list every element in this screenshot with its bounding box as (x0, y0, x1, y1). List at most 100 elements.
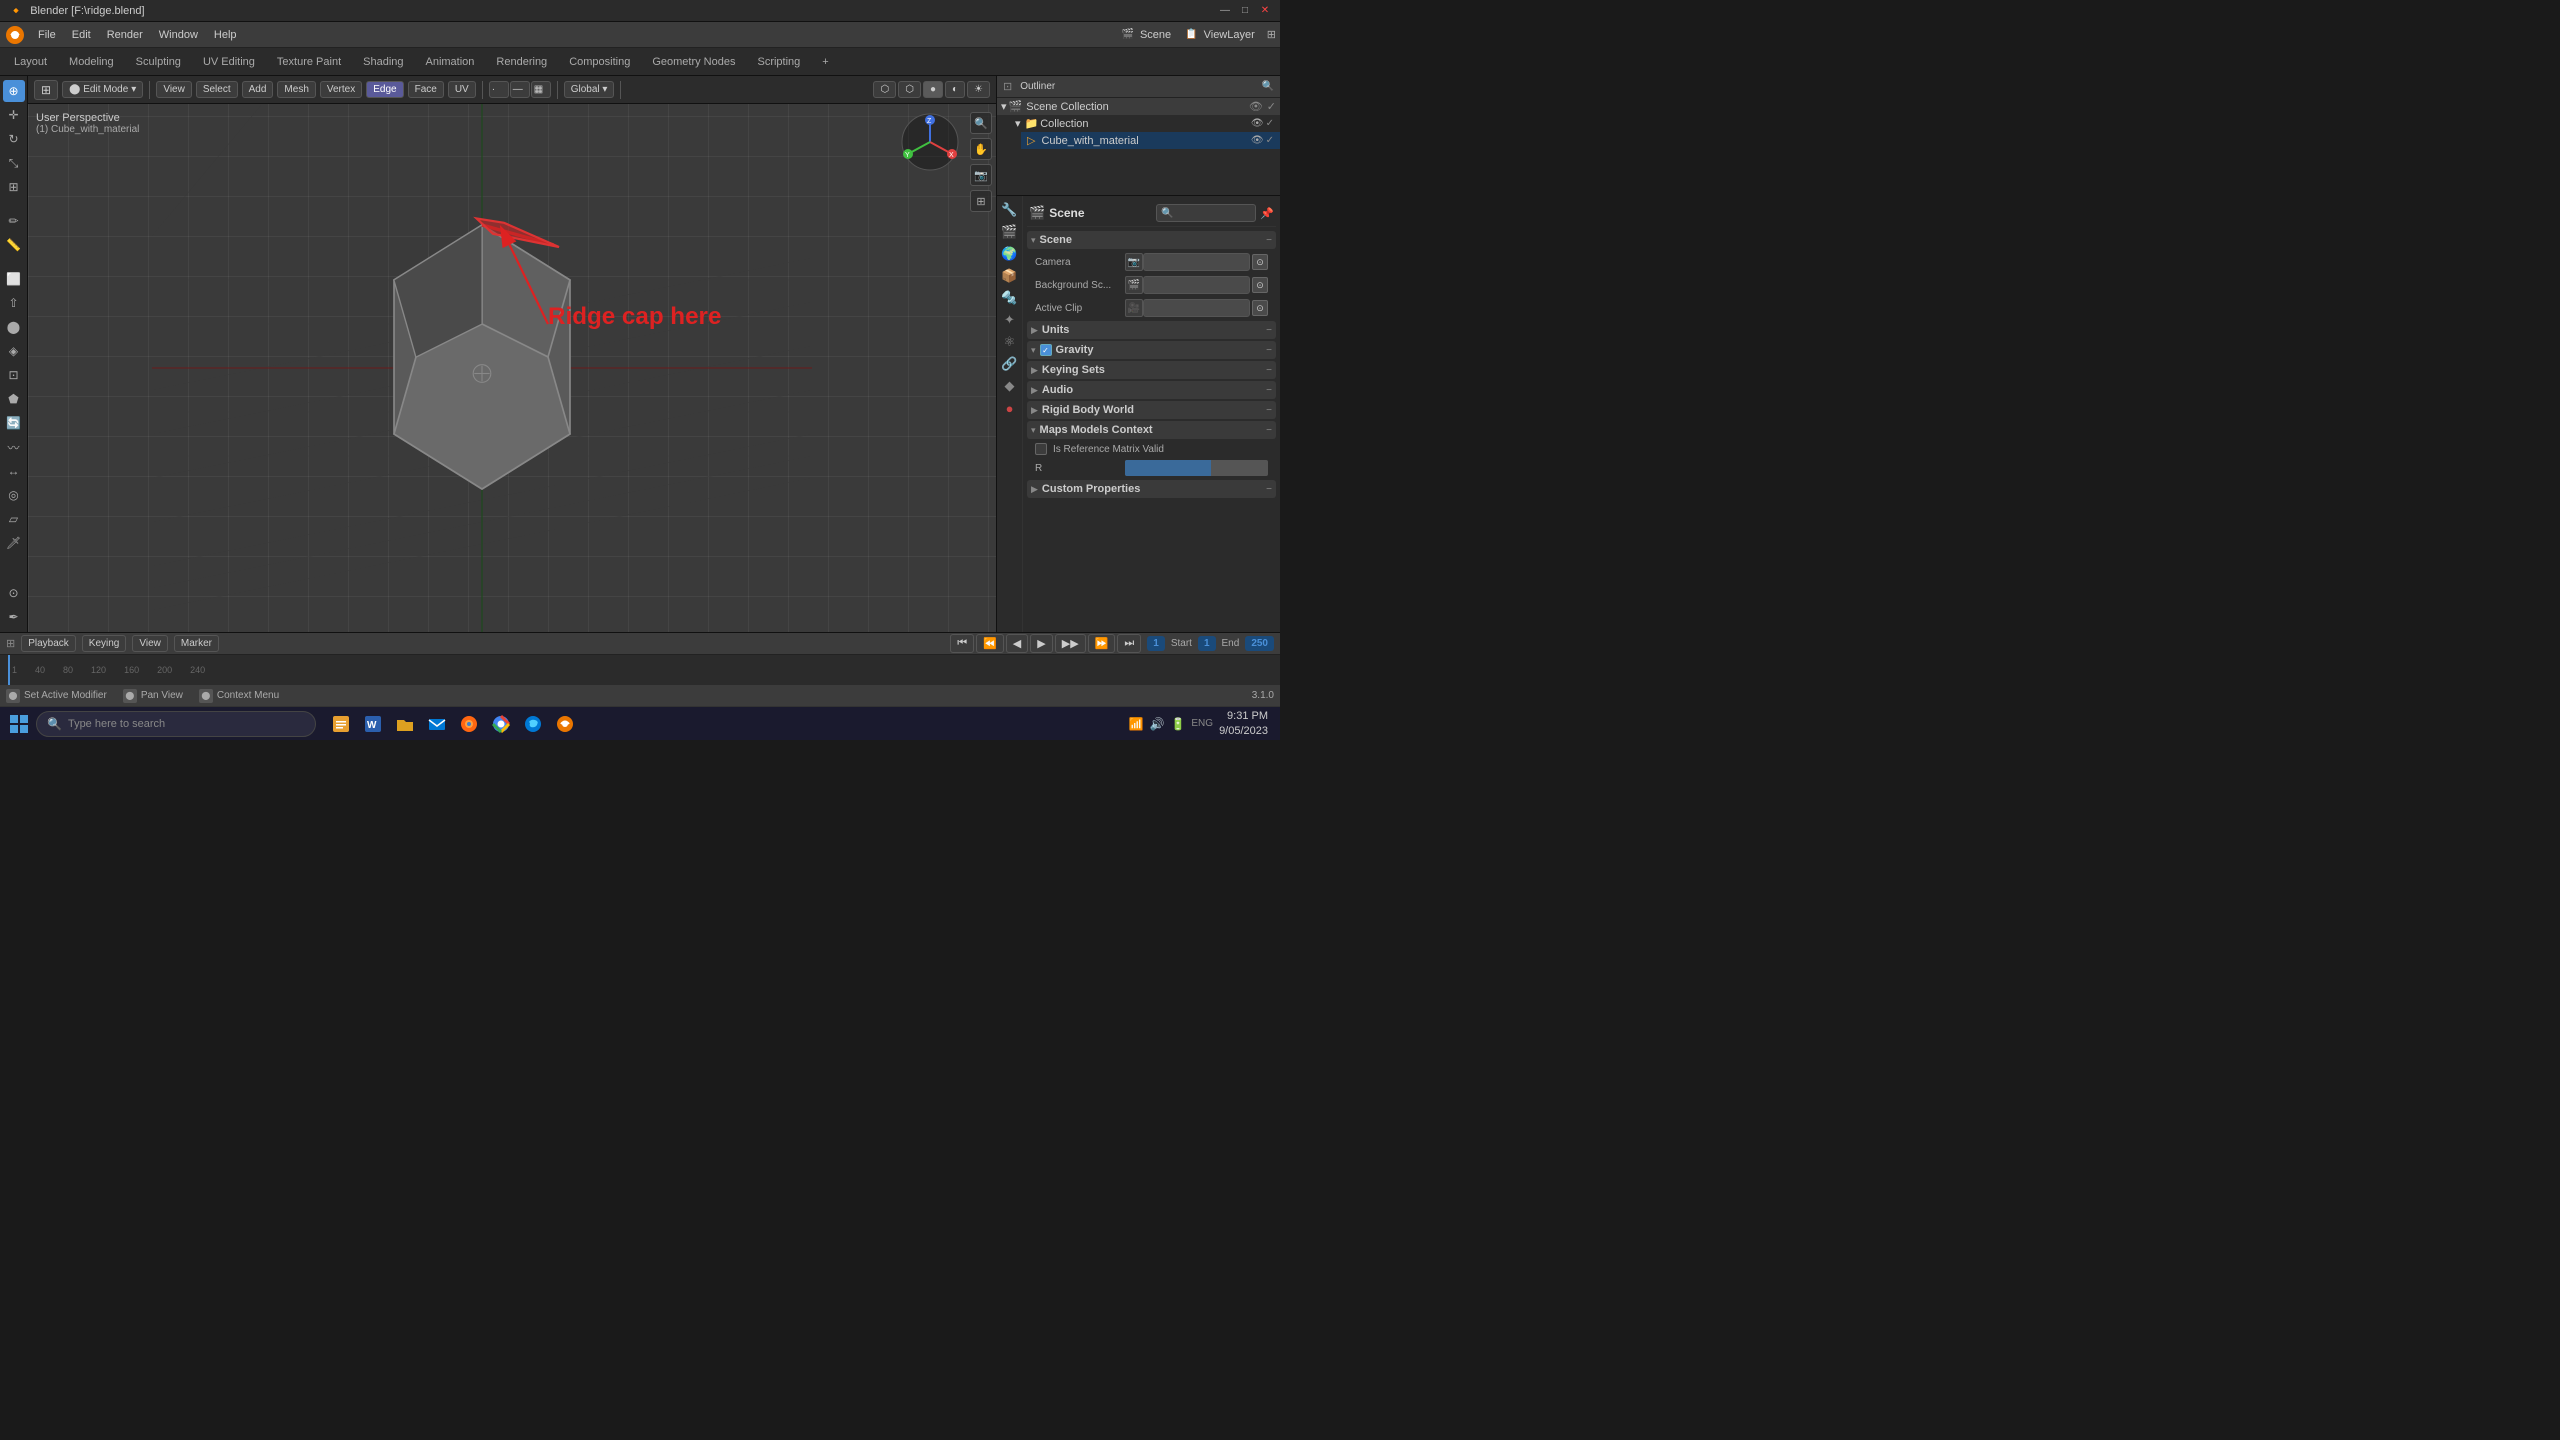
view-menu[interactable]: View (156, 81, 192, 98)
viewport-shading-render[interactable]: ☀ (967, 81, 990, 98)
edge-select-mode[interactable]: — (510, 81, 530, 98)
annotate-tool[interactable]: ✏ (3, 210, 25, 232)
bevel-tool[interactable]: ◈ (3, 340, 25, 362)
viewport-shading-solid[interactable]: ● (923, 81, 943, 98)
jump-end-btn[interactable]: ⏭ (1117, 634, 1141, 653)
face-menu[interactable]: Face (408, 81, 444, 98)
uv-menu[interactable]: UV (448, 81, 476, 98)
editor-type-btn[interactable]: ⊞ (34, 80, 58, 100)
camera-picker-btn[interactable]: ⊙ (1252, 254, 1268, 270)
transform-tool[interactable]: ⊞ (3, 176, 25, 198)
maps-models-options[interactable]: − (1266, 425, 1272, 436)
rotate-tool[interactable]: ↻ (3, 128, 25, 150)
mesh-menu[interactable]: Mesh (277, 81, 315, 98)
tab-layout[interactable]: Layout (4, 52, 57, 72)
camera-view[interactable]: 📷 (970, 164, 992, 186)
current-frame-display[interactable]: 1 (1147, 636, 1165, 651)
tab-sculpting[interactable]: Sculpting (126, 52, 191, 72)
rigid-body-options[interactable]: − (1266, 405, 1272, 416)
tab-rendering[interactable]: Rendering (486, 52, 557, 72)
keying-menu[interactable]: Keying (82, 635, 127, 652)
audio-options[interactable]: − (1266, 385, 1272, 396)
tray-volume-icon[interactable]: 🔊 (1149, 717, 1164, 731)
prev-keyframe-btn[interactable]: ⏪ (976, 634, 1004, 653)
active-clip-btn[interactable]: ⊙ (1252, 300, 1268, 316)
tab-add-workspace[interactable]: + (812, 52, 838, 72)
menu-help[interactable]: Help (206, 27, 245, 43)
viewport-shading-wire[interactable]: ⬡ (898, 81, 921, 98)
taskbar-app-chrome[interactable] (486, 709, 516, 739)
gravity-section-header[interactable]: ▾ ✓ Gravity − (1027, 341, 1276, 359)
add-cube-tool[interactable]: ⬜ (3, 268, 25, 290)
tab-scripting[interactable]: Scripting (747, 52, 810, 72)
props-pin-btn[interactable]: 📌 (1260, 207, 1274, 220)
playback-menu[interactable]: Playback (21, 635, 76, 652)
menu-file[interactable]: File (30, 27, 64, 43)
next-frame-btn[interactable]: ▶▶ (1055, 634, 1086, 653)
rigid-body-section-header[interactable]: ▶ Rigid Body World − (1027, 401, 1276, 419)
props-object-icon[interactable]: 📦 (1000, 266, 1020, 286)
scene-section-header[interactable]: ▾ Scene − (1027, 231, 1276, 249)
minimize-button[interactable]: — (1218, 4, 1232, 18)
viewport-shading-mat[interactable]: ◐ (945, 81, 965, 98)
taskbar-app-files[interactable] (390, 709, 420, 739)
marker-menu[interactable]: Marker (174, 635, 219, 652)
props-modifier-icon[interactable]: 🔩 (1000, 288, 1020, 308)
vertex-select-mode[interactable]: · (489, 81, 509, 98)
menu-render[interactable]: Render (99, 27, 151, 43)
menu-window[interactable]: Window (151, 27, 206, 43)
props-particles-icon[interactable]: ✦ (1000, 310, 1020, 330)
gravity-checkbox[interactable]: ✓ (1040, 344, 1052, 356)
taskbar-app-edge[interactable] (518, 709, 548, 739)
scene-section-options[interactable]: − (1266, 235, 1272, 246)
camera-value[interactable] (1143, 253, 1250, 271)
view-pan[interactable]: ✋ (970, 138, 992, 160)
transform-orientation[interactable]: Global ▾ (564, 81, 615, 98)
background-sc-btn[interactable]: ⊙ (1252, 277, 1268, 293)
view-menu-timeline[interactable]: View (132, 635, 168, 652)
timeline-ruler[interactable]: 1 40 80 120 160 200 240 (0, 655, 1280, 685)
tray-battery-icon[interactable]: 🔋 (1170, 717, 1185, 731)
grease-pencil-tool[interactable]: ✒ (3, 606, 25, 628)
taskbar-app-mail[interactable] (422, 709, 452, 739)
tab-compositing[interactable]: Compositing (559, 52, 640, 72)
add-menu[interactable]: Add (242, 81, 274, 98)
scene-collection-label[interactable]: Scene Collection (1026, 101, 1109, 113)
move-tool[interactable]: ✛ (3, 104, 25, 126)
r-field-value[interactable] (1125, 460, 1268, 476)
taskbar-app-word[interactable]: W (358, 709, 388, 739)
maps-models-section-header[interactable]: ▾ Maps Models Context − (1027, 421, 1276, 439)
shrink-fatten-tool[interactable]: ◎ (3, 484, 25, 506)
loop-cut-tool[interactable]: ⊡ (3, 364, 25, 386)
viewport-3d[interactable]: ⊞ ⬤ Edit Mode ▾ View Select Add Mesh Ver… (28, 76, 996, 632)
collection-item[interactable]: ▾ 📁 Collection 👁 ✓ (1009, 115, 1280, 132)
end-frame[interactable]: 250 (1245, 636, 1274, 651)
props-material-icon[interactable]: ● (1000, 398, 1020, 418)
props-physics-icon[interactable]: ⚛ (1000, 332, 1020, 352)
view-grid[interactable]: ⊞ (970, 190, 992, 212)
tab-animation[interactable]: Animation (416, 52, 485, 72)
taskbar-app-explorer[interactable] (326, 709, 356, 739)
vertex-menu[interactable]: Vertex (320, 81, 362, 98)
edge-slide-tool[interactable]: ↔ (3, 460, 25, 482)
editor-type-icon[interactable]: ⊞ (1267, 28, 1276, 41)
scene-collection-visible[interactable]: ✓ (1267, 100, 1276, 113)
prev-frame-btn[interactable]: ◀ (1006, 634, 1028, 653)
taskbar-app-firefox[interactable] (454, 709, 484, 739)
tab-geometry-nodes[interactable]: Geometry Nodes (642, 52, 745, 72)
props-active-tool-icon[interactable]: 🔧 (1000, 200, 1020, 220)
props-constraints-icon[interactable]: 🔗 (1000, 354, 1020, 374)
keying-sets-options[interactable]: − (1266, 365, 1272, 376)
rip-tool[interactable]: 🗡 (3, 532, 25, 554)
start-frame[interactable]: 1 (1198, 636, 1216, 651)
scene-name[interactable]: Scene (1140, 29, 1171, 41)
smooth-tool[interactable]: 〰 (3, 436, 25, 458)
object-item[interactable]: ▷ Cube_with_material 👁 ✓ (1021, 132, 1280, 149)
face-select-mode[interactable]: ▦ (531, 81, 551, 98)
tab-texture-paint[interactable]: Texture Paint (267, 52, 351, 72)
mode-select[interactable]: ⬤ Edit Mode ▾ (62, 81, 143, 98)
object-name[interactable]: Cube_with_material (1041, 135, 1138, 147)
proportional-edit-btn[interactable]: ⊙ (3, 582, 25, 604)
outliner-filter[interactable]: 🔍 (1262, 81, 1274, 92)
measure-tool[interactable]: 📏 (3, 234, 25, 256)
